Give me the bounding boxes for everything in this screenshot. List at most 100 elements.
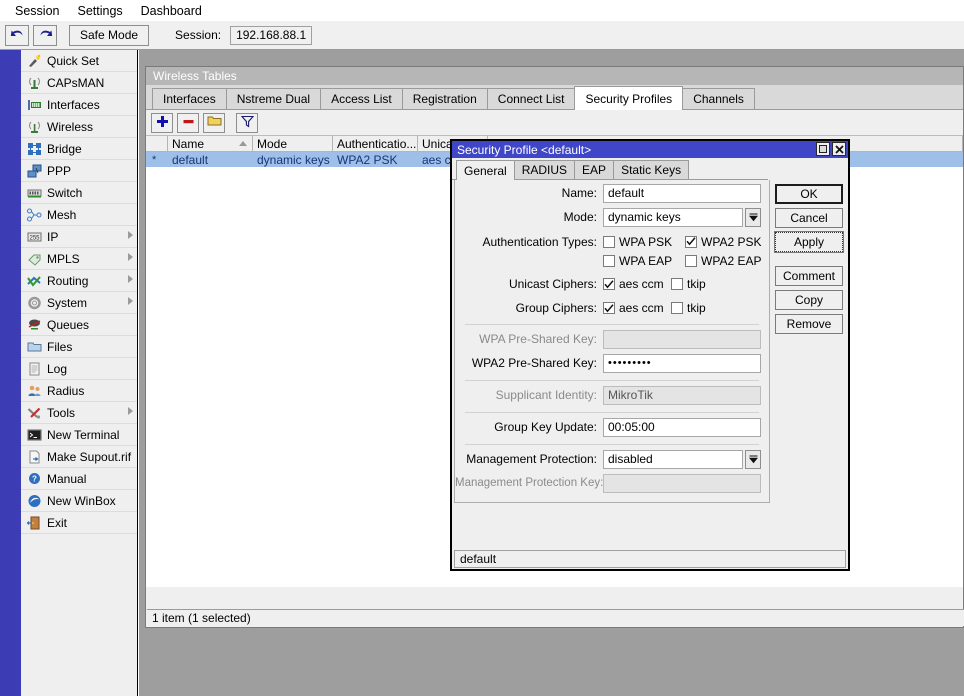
- sidebar-item-label: New Terminal: [47, 427, 120, 442]
- mode-combobox[interactable]: dynamic keys: [603, 207, 761, 227]
- sidebar-item-switch[interactable]: Switch: [21, 182, 137, 204]
- comment-button[interactable]: Comment: [775, 266, 843, 286]
- tab-connect-list[interactable]: Connect List: [486, 88, 576, 109]
- name-input[interactable]: default: [603, 183, 761, 203]
- management-protection-dropdown-button[interactable]: [745, 449, 761, 469]
- wpa2-preshared-key-input[interactable]: •••••••••: [603, 353, 761, 373]
- checkbox-wpa-psk[interactable]: WPA PSK: [603, 235, 685, 249]
- table-header-name[interactable]: Name: [168, 136, 253, 151]
- apply-button[interactable]: Apply: [774, 231, 844, 253]
- tab-interfaces[interactable]: Interfaces: [152, 88, 227, 109]
- management-protection-combobox[interactable]: disabled: [603, 449, 761, 469]
- dialog-tab-static-keys[interactable]: Static Keys: [613, 160, 690, 179]
- checkbox-wpa2-psk[interactable]: WPA2 PSK: [685, 235, 761, 249]
- sidebar-item-label: Bridge: [47, 141, 82, 156]
- remove-button[interactable]: Remove: [775, 314, 843, 334]
- management-protection-key-input[interactable]: [603, 473, 761, 493]
- tab-registration[interactable]: Registration: [401, 88, 488, 109]
- sidebar-item-label: Manual: [47, 471, 87, 486]
- redo-button[interactable]: [33, 24, 57, 46]
- sidebar-item-manual[interactable]: ? Manual: [21, 468, 137, 490]
- sidebar-item-label: IP: [47, 229, 59, 244]
- sidebar-item-label: Routing: [47, 273, 89, 288]
- field-row-auth-types-1: Authentication Types: WPA PSK WPA2 PSK: [455, 232, 769, 251]
- sidebar-item-radius[interactable]: Radius: [21, 380, 137, 402]
- supplicant-identity-input[interactable]: MikroTik: [603, 385, 761, 405]
- maximize-button[interactable]: [816, 142, 830, 156]
- add-button[interactable]: [151, 112, 173, 133]
- sidebar-item-capsman[interactable]: CAPsMAN: [21, 72, 137, 94]
- tab-security-profiles[interactable]: Security Profiles: [574, 86, 684, 110]
- sidebar-item-bridge[interactable]: Bridge: [21, 138, 137, 160]
- sidebar-item-routing[interactable]: Routing: [21, 270, 137, 292]
- sidebar-item-log[interactable]: Log: [21, 358, 137, 380]
- dialog-tabstrip: General RADIUS EAP Static Keys: [452, 158, 768, 180]
- sidebar-item-quick-set[interactable]: Quick Set: [21, 50, 137, 72]
- sidebar-item-exit[interactable]: Exit: [21, 512, 137, 534]
- chevron-right-icon: [128, 407, 133, 415]
- menu-item-session[interactable]: Session: [6, 2, 68, 20]
- ip-icon: 255: [25, 229, 43, 245]
- checkbox-group-tkip[interactable]: tkip: [671, 301, 706, 315]
- authentication-types-label: Authentication Types:: [482, 234, 597, 249]
- dialog-tab-eap[interactable]: EAP: [574, 160, 615, 179]
- enable-folder-icon: [207, 115, 222, 130]
- group-key-update-input[interactable]: 00:05:00: [603, 417, 761, 437]
- sidebar-item-interfaces[interactable]: Interfaces: [21, 94, 137, 116]
- cancel-button[interactable]: Cancel: [775, 208, 843, 228]
- safe-mode-button[interactable]: Safe Mode: [69, 24, 150, 46]
- sidebar-item-new-winbox[interactable]: New WinBox: [21, 490, 137, 512]
- checkbox-wpa2-eap[interactable]: WPA2 EAP: [685, 254, 761, 268]
- mode-dropdown-button[interactable]: [745, 207, 761, 227]
- management-protection-value[interactable]: disabled: [603, 449, 743, 469]
- field-row-mode: Mode: dynamic keys: [455, 206, 769, 228]
- undo-button[interactable]: [5, 24, 29, 46]
- sidebar-item-label: Quick Set: [47, 53, 100, 68]
- sidebar-item-mesh[interactable]: Mesh: [21, 204, 137, 226]
- dialog-status-bar: default: [454, 550, 846, 568]
- mode-value[interactable]: dynamic keys: [603, 207, 743, 227]
- checkbox-box: [603, 302, 615, 314]
- sidebar-item-tools[interactable]: Tools: [21, 402, 137, 424]
- remove-button[interactable]: [177, 112, 199, 133]
- filter-button[interactable]: [236, 112, 258, 133]
- folder-icon: [25, 339, 43, 355]
- group-ciphers-label: Group Ciphers:: [515, 301, 597, 315]
- checkbox-unicast-aes-ccm[interactable]: aes ccm: [603, 277, 671, 291]
- ok-button[interactable]: OK: [775, 184, 843, 204]
- table-header-authentication[interactable]: Authenticatio...: [333, 136, 418, 151]
- sidebar-item-make-supout[interactable]: Make Supout.rif: [21, 446, 137, 468]
- checkbox-wpa-eap[interactable]: WPA EAP: [603, 254, 685, 268]
- tab-channels[interactable]: Channels: [682, 88, 755, 109]
- sidebar-item-ppp[interactable]: PPP: [21, 160, 137, 182]
- table-header-flag: [146, 136, 168, 151]
- checkbox-group-aes-ccm[interactable]: aes ccm: [603, 301, 671, 315]
- menu-item-settings[interactable]: Settings: [68, 2, 131, 20]
- close-button[interactable]: [832, 142, 846, 156]
- sidebar-menu: Quick Set CAPsMAN Interfaces Wireless Br…: [21, 50, 137, 534]
- dialog-title-bar[interactable]: Security Profile <default>: [452, 141, 848, 158]
- sidebar-item-system[interactable]: System: [21, 292, 137, 314]
- sidebar-item-label: System: [47, 295, 88, 310]
- checkbox-unicast-tkip[interactable]: tkip: [671, 277, 706, 291]
- sidebar-item-label: MPLS: [47, 251, 80, 266]
- field-row-group-ciphers: Group Ciphers: aes ccm tkip: [455, 298, 769, 318]
- sidebar-item-wireless[interactable]: Wireless: [21, 116, 137, 138]
- wpa-preshared-key-input[interactable]: [603, 329, 761, 349]
- sidebar-item-label: Tools: [47, 405, 76, 420]
- sidebar-item-files[interactable]: Files: [21, 336, 137, 358]
- tab-access-list[interactable]: Access List: [320, 88, 403, 109]
- mpls-icon: [25, 251, 43, 267]
- comment-button[interactable]: [203, 112, 225, 133]
- tab-nstreme-dual[interactable]: Nstreme Dual: [225, 88, 322, 109]
- sidebar-item-queues[interactable]: Queues: [21, 314, 137, 336]
- sidebar-item-mpls[interactable]: MPLS: [21, 248, 137, 270]
- table-header-mode[interactable]: Mode: [253, 136, 333, 151]
- sidebar-item-new-terminal[interactable]: New Terminal: [21, 424, 137, 446]
- session-address-field[interactable]: 192.168.88.1: [230, 25, 313, 45]
- dialog-tab-general[interactable]: General: [456, 160, 515, 180]
- sidebar-item-ip[interactable]: 255 IP: [21, 226, 137, 248]
- dialog-tab-radius[interactable]: RADIUS: [513, 160, 576, 179]
- copy-button[interactable]: Copy: [775, 290, 843, 310]
- menu-item-dashboard[interactable]: Dashboard: [132, 2, 211, 20]
